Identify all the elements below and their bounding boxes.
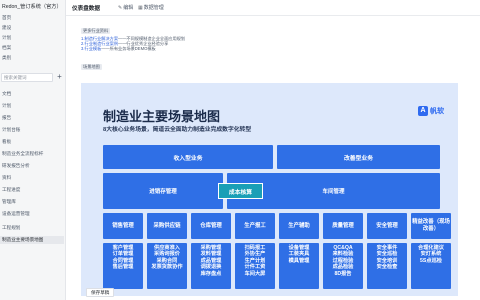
app-title: Redon_管订系统（官方） (2, 4, 62, 10)
sidebar-item[interactable]: 类别 (2, 54, 11, 62)
sidebar-item[interactable]: 设备运营管理 (2, 210, 30, 218)
edit-icon: ✎ (118, 5, 123, 11)
resource-link[interactable]: 行业模板 (85, 46, 102, 51)
document-area: 更多行业资料 1.制造行业解决方案——不同规模制造企业全面应用规划 2.行业制造… (66, 16, 480, 300)
sidebar-item[interactable]: 资料 (2, 174, 11, 182)
table-icon: ▦ (138, 5, 143, 11)
link-row: 3.行业模板——所有业务场景DEMO模板 (81, 46, 156, 52)
banner-subtitle: 8大核心业务场景，简道云全面助力制造业完成数字化转型 (103, 127, 252, 133)
map-caption: 生产报工 (235, 213, 275, 239)
sidebar-search-input[interactable]: 搜索关键词 (1, 73, 53, 82)
sidebar-item[interactable]: 报告 (2, 114, 11, 122)
map-detail: QC&QA 来料检验 过程检验 成品检验 8D报告 (323, 243, 363, 289)
map-caption: 精益改善（现场改善） (411, 213, 451, 239)
map-block-inventory: 进销存管理 (103, 173, 223, 209)
map-caption: 销售管理 (103, 213, 143, 239)
map-detail: 设备管理 工装夹具 模具管理 (279, 243, 319, 289)
sidebar-item[interactable]: 工程进度 (2, 186, 20, 194)
data-manage-button[interactable]: ▦数据管理 (138, 4, 164, 11)
section-tag: 场景地图 (81, 64, 102, 70)
sidebar-item[interactable]: 研发报告分析 (2, 162, 30, 170)
sidebar-item[interactable]: 管理库 (2, 198, 16, 206)
scene-map-banner: 制造业主要场景地图 8大核心业务场景，简道云全面助力制造业完成数字化转型 A 帆… (81, 83, 458, 296)
resource-links: 1.制造行业解决方案——不同规模制造企业全面应用规划 2.行业制造行业案例——行… (81, 36, 185, 52)
sidebar-item[interactable]: 工程规划 (2, 224, 20, 232)
map-detail: 安全事件 安全巡检 安全培训 安全检查 (367, 243, 407, 289)
sidebar-item[interactable]: 建设 (2, 24, 11, 32)
sidebar-item[interactable]: 看板 (2, 138, 11, 146)
brand-logo: A 帆软 (418, 105, 444, 117)
map-caption: 安全管理 (367, 213, 407, 239)
sidebar-item[interactable]: 首页 (2, 14, 11, 22)
map-detail: 客户管理 订单管理 合同管理 售后管理 (103, 243, 143, 289)
sidebar-item[interactable]: 制造业务全流程标杆 (2, 150, 43, 158)
map-caption: 仓库管理 (191, 213, 231, 239)
logo-icon: A (418, 106, 428, 116)
map-detail: 供应商准入 采购询报价 采购合同 发票货款协作 (147, 243, 187, 289)
add-icon[interactable]: + (55, 73, 64, 82)
sidebar-item[interactable]: 计划 (2, 102, 11, 110)
save-draft-button[interactable]: 保存草稿 (86, 288, 115, 297)
sidebar: Redon_管订系统（官方） 首页 建设 计划 档案 类别 搜索关键词 + 文档… (0, 0, 66, 300)
sidebar-item[interactable]: 计划 (2, 34, 11, 42)
page-title: 仪表盘数据 (72, 6, 100, 12)
map-block-improve: 改善型业务 (277, 145, 440, 169)
section-tag: 更多行业资料 (81, 28, 111, 34)
banner-title: 制造业主要场景地图 (103, 109, 221, 124)
map-detail: 合理化建议 安灯系统 5S点巡检 (411, 243, 451, 289)
map-block-cost: 成本核算 (218, 183, 263, 199)
map-caption: 生产辅助 (279, 213, 319, 239)
map-detail: 采购管理 发料管理 成品管理 调拨退换 库存盘点 (191, 243, 231, 289)
map-block-revenue: 收入型业务 (103, 145, 273, 169)
map-detail: 扫码报工 外协生产 生产计划 计件工资 车间大屏 (235, 243, 275, 289)
top-bar: 仪表盘数据 ✎编辑 ▦数据管理 (66, 0, 480, 16)
sidebar-item[interactable]: 计划台账 (2, 126, 20, 134)
map-caption: 采购供应链 (147, 213, 187, 239)
edit-button[interactable]: ✎编辑 (118, 4, 133, 11)
map-caption: 质量管理 (323, 213, 363, 239)
sidebar-item[interactable]: 文档 (2, 90, 11, 98)
sidebar-item-active[interactable]: 制造业主要场景地图 (0, 236, 64, 244)
sidebar-item[interactable]: 档案 (2, 44, 11, 52)
